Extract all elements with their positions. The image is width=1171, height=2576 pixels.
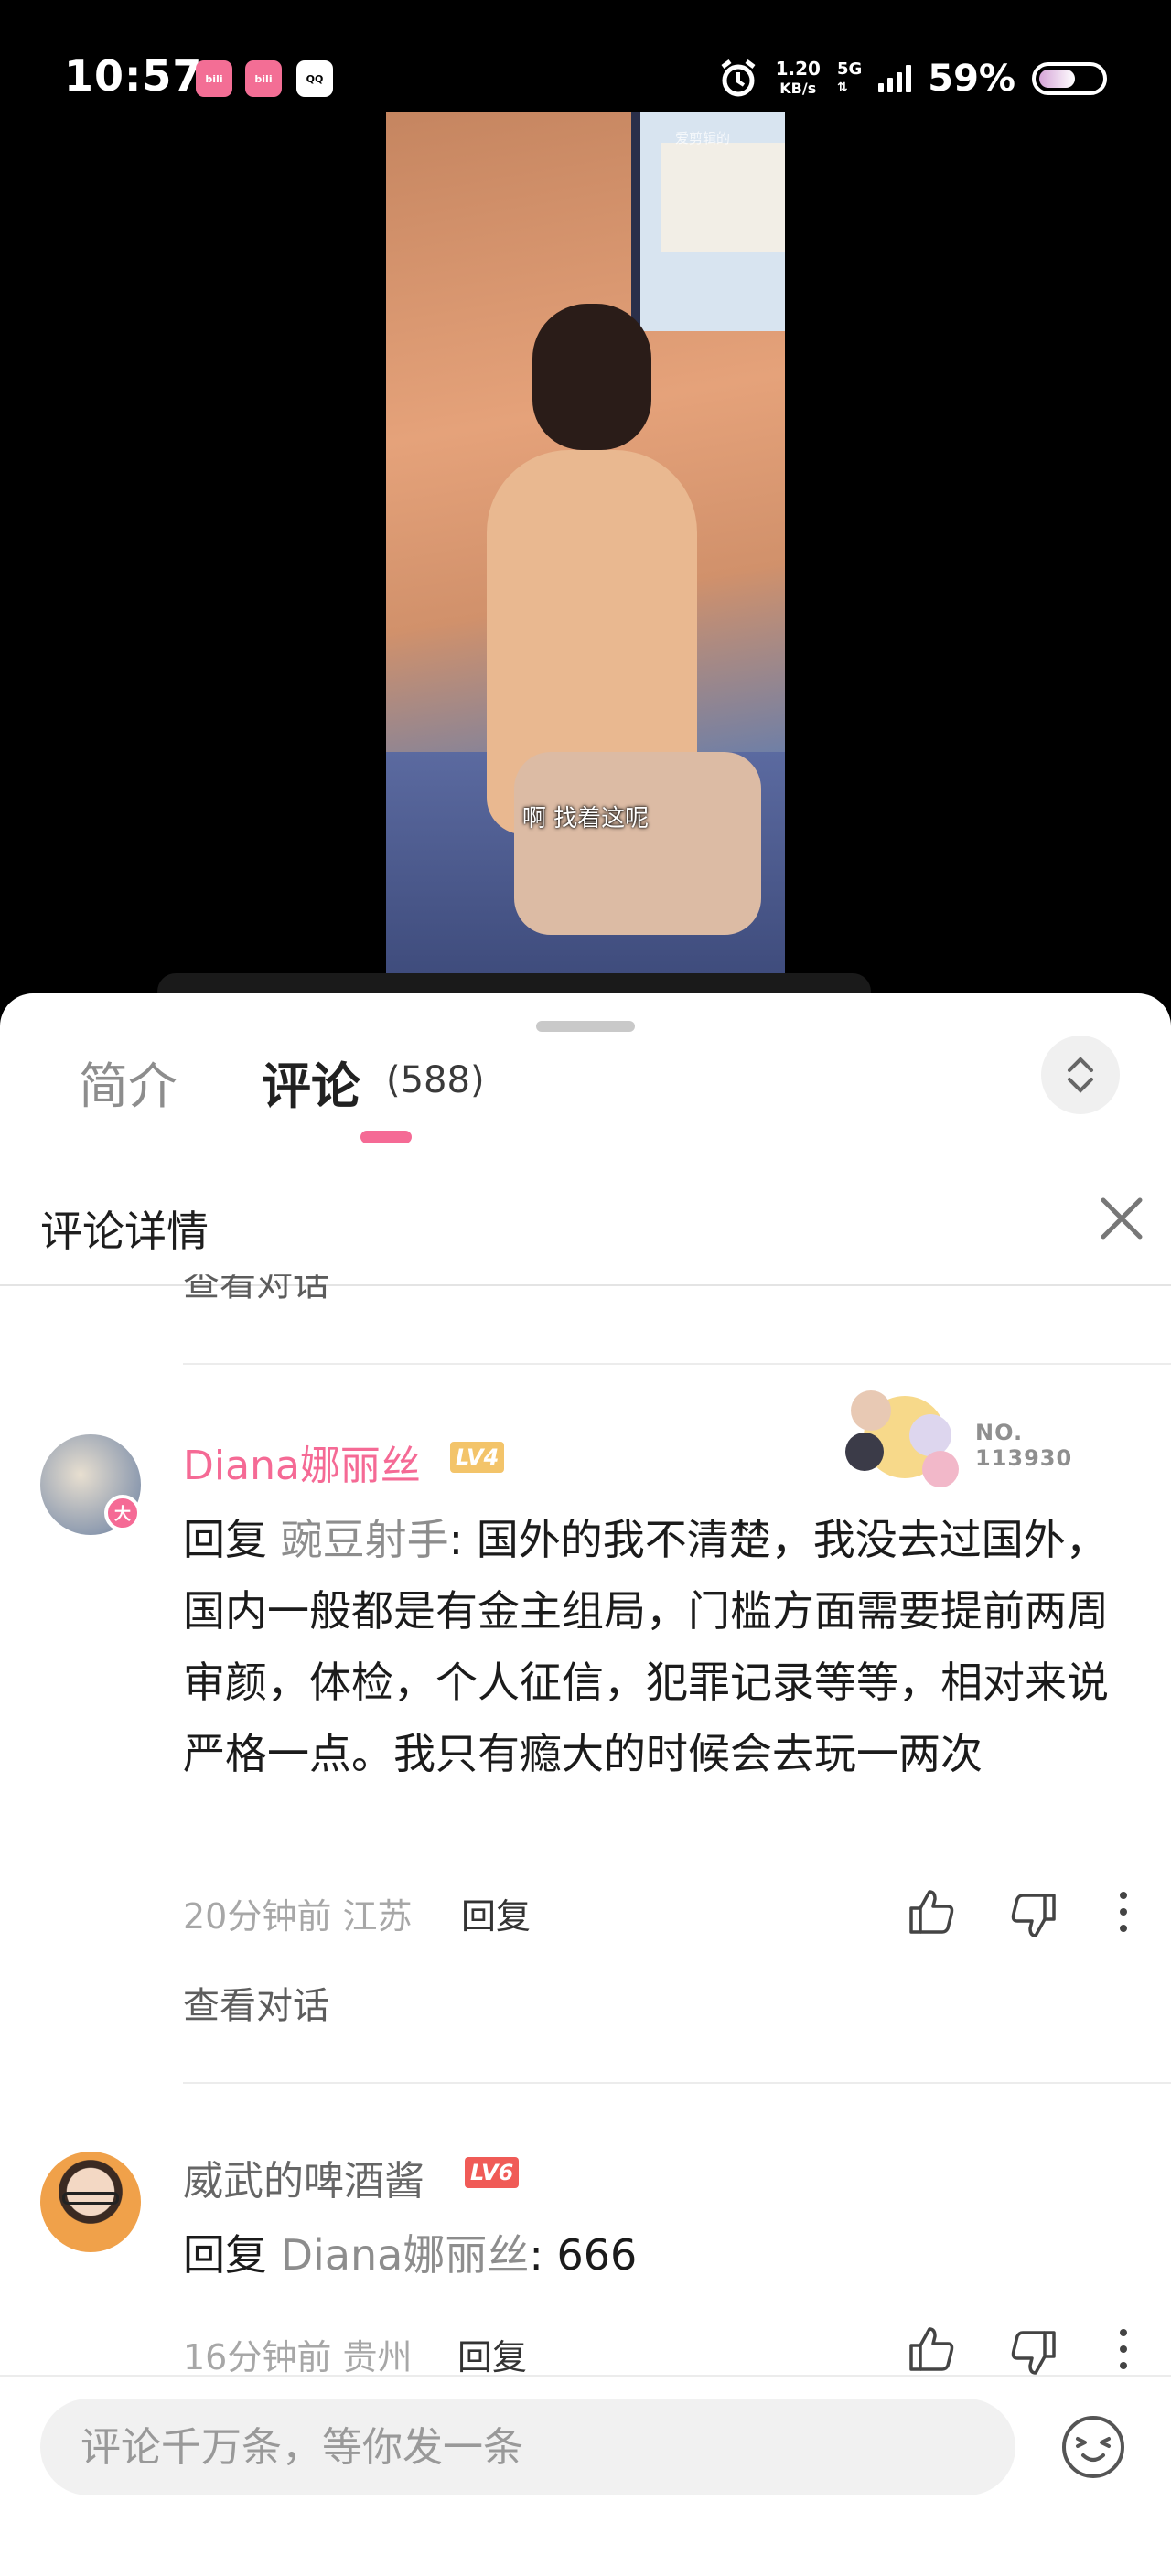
comment-username[interactable]: Diana娜丽丝 xyxy=(183,1433,421,1491)
divider xyxy=(183,2082,1171,2084)
dislike-icon[interactable] xyxy=(1008,2327,1059,2378)
avatar-badge: 大 xyxy=(104,1495,141,1531)
like-icon[interactable] xyxy=(906,1886,957,1937)
more-icon[interactable] xyxy=(1098,1886,1149,1937)
comment-detail-header: 评论详情 xyxy=(0,1167,1171,1286)
video-watermark: 爱剪辑的 xyxy=(674,130,730,146)
network-type: 5G ⇅ xyxy=(836,59,863,96)
battery-icon xyxy=(1032,62,1107,95)
comment-body: 回复 Diana娜丽丝: 666 xyxy=(183,2230,638,2280)
alarm-icon xyxy=(721,59,756,97)
tab-intro[interactable]: 简介 xyxy=(79,1046,177,1118)
comment-composer xyxy=(0,2375,1171,2576)
comment-meta: 16分钟前 贵州 xyxy=(183,2337,413,2377)
reply-target-user[interactable]: 豌豆射手 xyxy=(281,1515,449,1564)
divider xyxy=(183,1363,1171,1365)
tab-active-indicator xyxy=(360,1131,412,1143)
status-time: 10:57 xyxy=(64,51,203,101)
fan-medal xyxy=(845,1387,970,1487)
close-icon[interactable] xyxy=(1094,1191,1149,1246)
level-badge: LV4 xyxy=(450,1442,505,1473)
comments-count: (588) xyxy=(386,1059,485,1101)
reply-target-user[interactable]: Diana娜丽丝 xyxy=(281,2230,530,2280)
qq-app-icon: QQ xyxy=(296,60,333,97)
emoji-icon[interactable] xyxy=(1059,2413,1127,2481)
signal-icon xyxy=(878,65,912,92)
comment-sheet: 简介 评论 (588) 评论详情 查看对话 大 Diana娜丽丝 LV4 NO.… xyxy=(0,993,1171,2576)
video-person xyxy=(441,221,761,971)
battery-percentage: 59% xyxy=(928,58,1015,100)
comment-input[interactable] xyxy=(40,2399,1015,2496)
expand-icon xyxy=(1068,1057,1093,1093)
tab-comments[interactable]: 评论 xyxy=(262,1046,360,1118)
more-icon[interactable] xyxy=(1098,2324,1149,2375)
video-subtitle: 啊 找着这呢 xyxy=(521,805,650,832)
status-indicators: 1.20 KB/s 5G ⇅ 59% xyxy=(717,53,1107,104)
comment-username[interactable]: 威武的啤酒酱 xyxy=(183,2148,424,2206)
reply-button[interactable]: 回复 xyxy=(457,2329,527,2379)
comment-body: 回复 豌豆射手: 国外的我不清楚，我没去过国外，国内一般都是有金主组局，门槛方面… xyxy=(183,1515,1109,1778)
dislike-icon[interactable] xyxy=(1008,1890,1059,1941)
level-badge: LV6 xyxy=(465,2157,520,2188)
comment-meta: 20分钟前 江苏 xyxy=(183,1896,413,1937)
expand-button[interactable] xyxy=(1041,1036,1120,1114)
detail-title: 评论详情 xyxy=(40,1207,209,1256)
fan-medal-number: NO. 113930 xyxy=(975,1420,1073,1471)
view-thread-link[interactable]: 查看对话 xyxy=(183,1976,329,2029)
sheet-drag-handle[interactable] xyxy=(536,1021,635,1032)
bilibili-app-icon: bili xyxy=(245,60,282,97)
bilibili-app-icon: bili xyxy=(196,60,232,97)
reply-button[interactable]: 回复 xyxy=(461,1888,531,1938)
like-icon[interactable] xyxy=(906,2324,957,2375)
video-player[interactable]: 爱剪辑的 啊 找着这呢 xyxy=(386,112,785,990)
avatar[interactable] xyxy=(40,2152,141,2252)
network-speed: 1.20 KB/s xyxy=(775,58,821,97)
